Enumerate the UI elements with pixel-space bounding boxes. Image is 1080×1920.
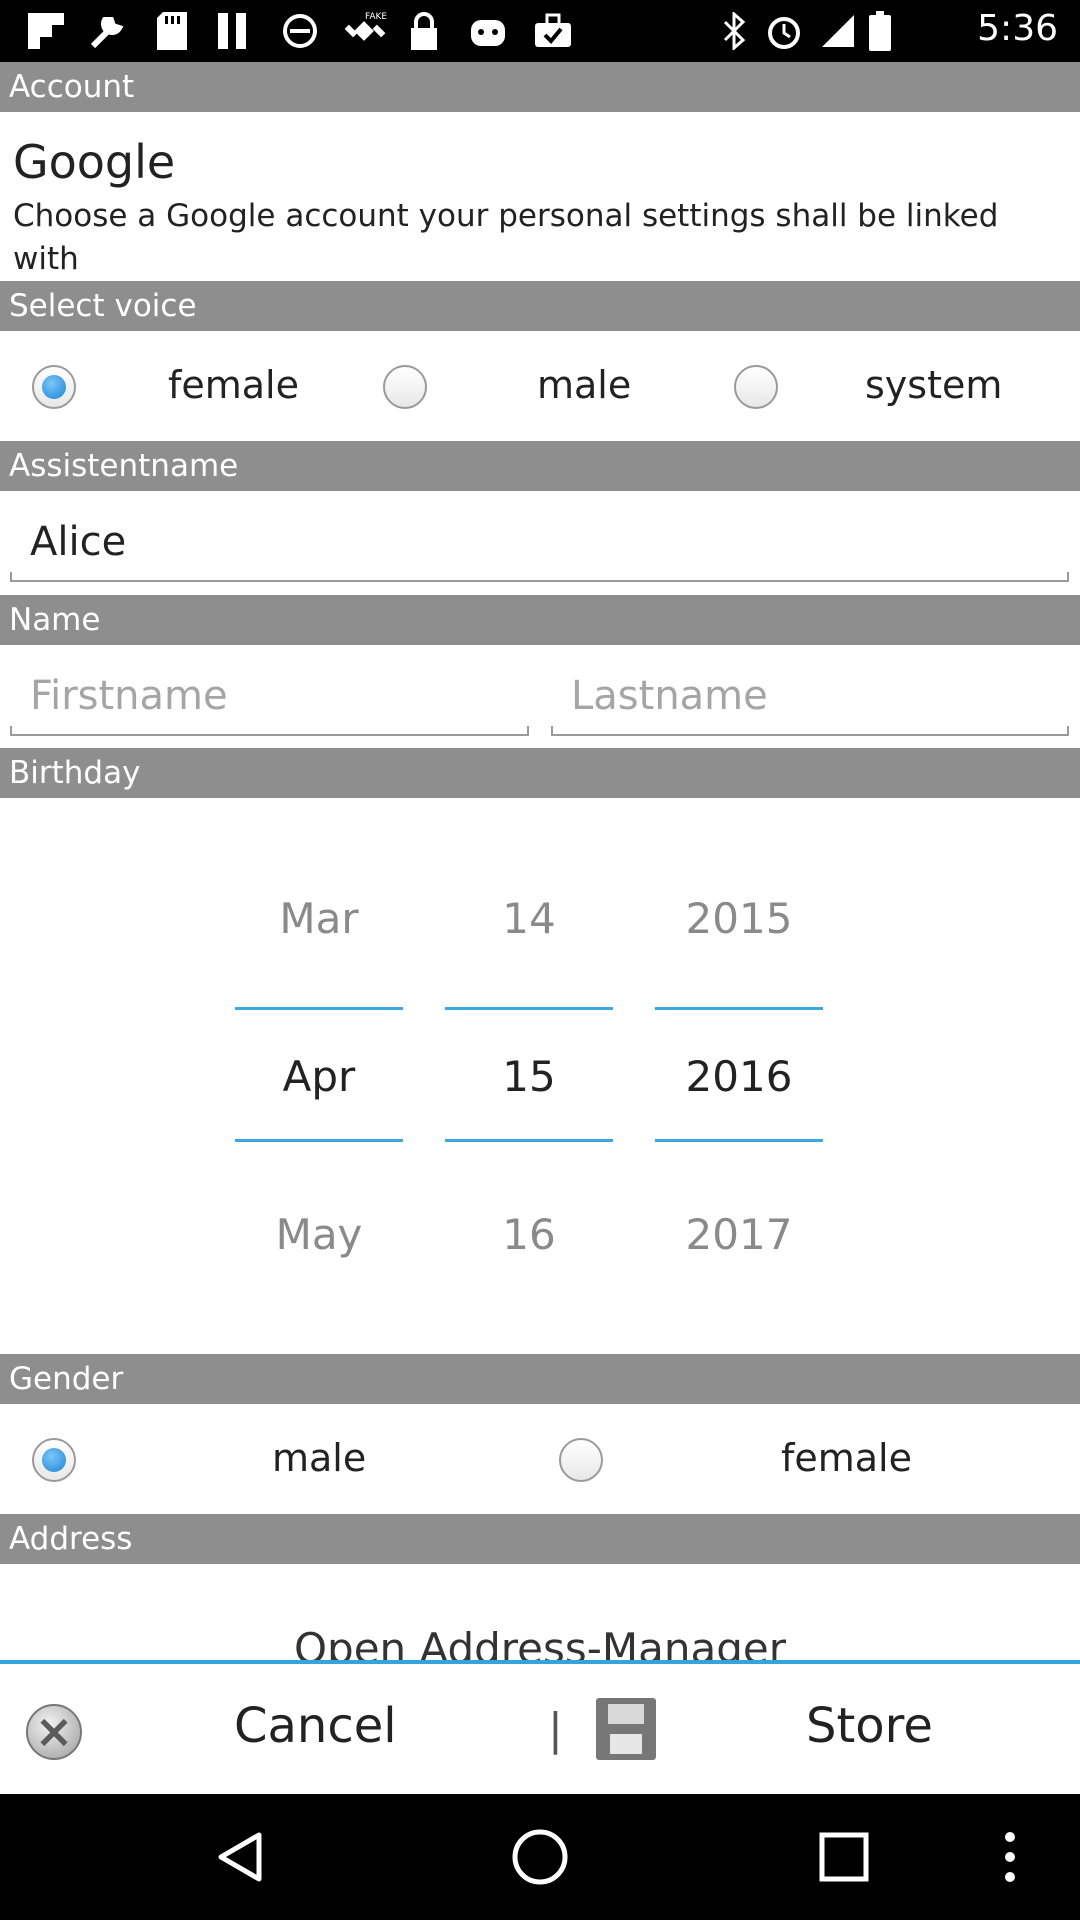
year-prev[interactable]: 2015 [655, 894, 823, 943]
wrench-icon [86, 10, 130, 52]
year-picker-bottom-line [655, 1139, 823, 1142]
lock-icon [404, 10, 444, 52]
gender-radio-group: male female [0, 1404, 1080, 1514]
screen: FAKE 5:36 Account Google Choose a Google… [0, 0, 1080, 1920]
home-button[interactable] [465, 1794, 615, 1920]
google-account-description[interactable]: Choose a Google account your personal se… [13, 195, 1073, 281]
briefcase-check-icon [530, 10, 576, 52]
day-prev[interactable]: 14 [445, 894, 613, 943]
voice-male-radio[interactable] [383, 365, 427, 409]
status-bar: FAKE 5:36 [0, 0, 1080, 62]
android-icon [466, 10, 510, 52]
cancel-button[interactable]: Cancel [0, 1664, 540, 1794]
overflow-menu-button[interactable] [960, 1794, 1060, 1920]
assistentname-input[interactable] [30, 512, 1059, 572]
month-selected[interactable]: Apr [235, 1052, 403, 1101]
voice-female-radio[interactable] [32, 365, 76, 409]
month-picker-top-line [235, 1007, 403, 1010]
day-picker-bottom-line [445, 1139, 613, 1142]
month-picker-bottom-line [235, 1139, 403, 1142]
open-address-manager-button[interactable]: Open Address-Manager [0, 1608, 1080, 1666]
signal-icon [818, 10, 858, 52]
recent-apps-button[interactable] [769, 1794, 919, 1920]
day-next[interactable]: 16 [445, 1210, 613, 1259]
voice-system-label[interactable]: system [865, 363, 1002, 407]
lastname-field[interactable] [551, 658, 1069, 736]
voice-male-label[interactable]: male [537, 363, 631, 407]
year-next[interactable]: 2017 [655, 1210, 823, 1259]
voice-system-radio[interactable] [734, 365, 778, 409]
assistentname-header: Assistentname [0, 441, 1080, 491]
store-label[interactable]: Store [806, 1698, 933, 1754]
gender-male-radio[interactable] [32, 1438, 76, 1482]
fake-gps-icon: FAKE [340, 10, 390, 52]
birthday-header: Birthday [0, 748, 1080, 798]
back-button[interactable] [166, 1794, 316, 1920]
firstname-field[interactable] [10, 658, 529, 736]
bluetooth-icon [718, 10, 752, 52]
flipboard-icon [24, 10, 68, 52]
gender-header: Gender [0, 1354, 1080, 1404]
close-icon [26, 1704, 82, 1760]
voice-radio-group: female male system [0, 331, 1080, 441]
select-voice-header: Select voice [0, 281, 1080, 331]
battery-icon [866, 10, 894, 52]
alarm-icon [762, 10, 806, 52]
assistentname-field[interactable] [10, 504, 1069, 582]
action-bar: Cancel | Store [0, 1664, 1080, 1794]
cancel-label[interactable]: Cancel [234, 1698, 397, 1754]
pause-icon [212, 10, 252, 52]
firstname-input[interactable] [30, 666, 519, 726]
address-header: Address [0, 1514, 1080, 1564]
month-prev[interactable]: Mar [235, 894, 403, 943]
recent-apps-icon [819, 1832, 869, 1882]
overflow-menu-icon [1005, 1832, 1015, 1882]
open-address-manager-label[interactable]: Open Address-Manager [0, 1608, 1080, 1666]
gender-female-label[interactable]: female [781, 1436, 912, 1480]
month-next[interactable]: May [235, 1210, 403, 1259]
status-time: 5:36 [977, 8, 1058, 49]
google-account-title[interactable]: Google [13, 135, 175, 189]
voice-female-label[interactable]: female [168, 363, 299, 407]
lastname-input[interactable] [571, 666, 1059, 726]
gender-male-label[interactable]: male [272, 1436, 366, 1480]
navigation-bar [0, 1794, 1080, 1920]
sd-card-icon [152, 10, 192, 52]
svg-text:FAKE: FAKE [365, 12, 387, 22]
account-header: Account [0, 62, 1080, 112]
day-selected[interactable]: 15 [445, 1052, 613, 1101]
name-header: Name [0, 595, 1080, 645]
gender-female-radio[interactable] [559, 1438, 603, 1482]
year-picker-top-line [655, 1007, 823, 1010]
year-selected[interactable]: 2016 [655, 1052, 823, 1101]
store-button[interactable]: Store [560, 1664, 1080, 1794]
day-picker-top-line [445, 1007, 613, 1010]
home-icon [512, 1829, 568, 1885]
blocked-icon [278, 10, 322, 52]
back-icon [218, 1832, 262, 1882]
